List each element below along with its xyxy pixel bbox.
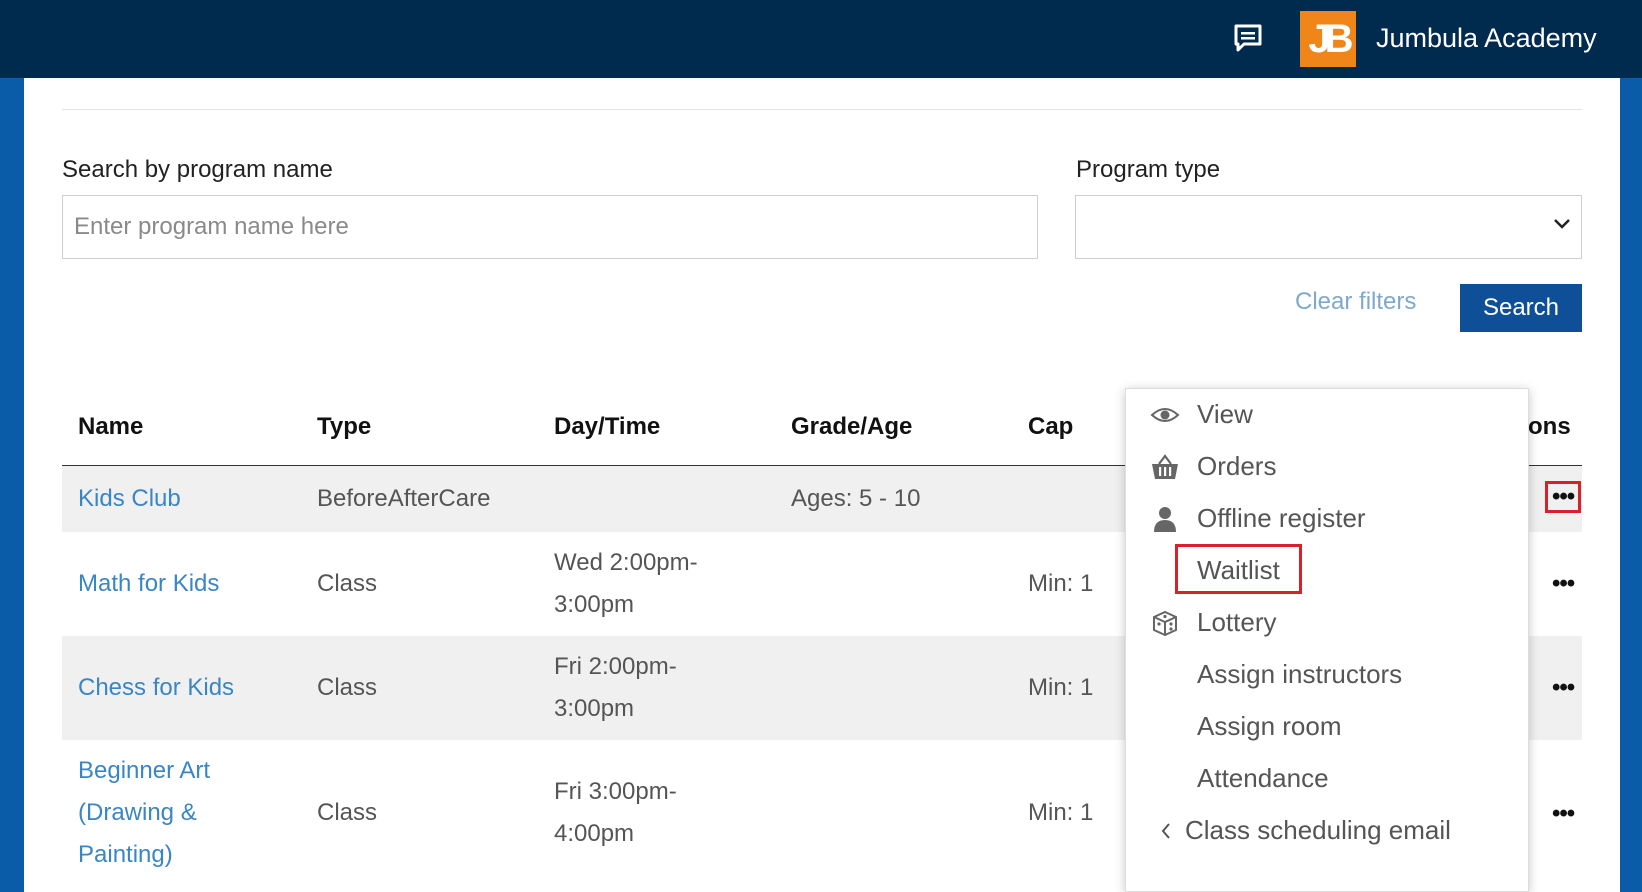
menu-item-label: Class scheduling email — [1185, 815, 1451, 845]
menu-item-view[interactable]: View — [1126, 389, 1530, 439]
menu-item-label: Assign room — [1197, 711, 1342, 741]
program-daytime: Fri 3:00pm- 4:00pm — [554, 778, 677, 847]
menu-item-label: Orders — [1197, 451, 1277, 481]
row-actions-button[interactable]: ••• — [1544, 481, 1582, 513]
program-cap: Min: 1 — [1028, 674, 1094, 701]
menu-item-assign-instructors[interactable]: Assign instructors — [1126, 649, 1530, 699]
row-actions-button[interactable]: ••• — [1552, 674, 1575, 702]
menu-item-label: Lottery — [1197, 607, 1277, 637]
top-bar: JB Jumbula Academy — [0, 0, 1642, 78]
program-type-select[interactable] — [1075, 195, 1582, 259]
menu-item-offline-register[interactable]: Offline register — [1126, 493, 1530, 543]
search-label: Search by program name — [62, 156, 333, 183]
program-name-link[interactable]: Math for Kids — [78, 563, 219, 605]
menu-item-lottery[interactable]: Lottery — [1126, 597, 1530, 647]
row-actions-menu: View Orders Offline register Waitlist Lo… — [1125, 388, 1529, 892]
program-type: Class — [317, 674, 378, 701]
clear-filters-link[interactable]: Clear filters — [1295, 284, 1416, 320]
eye-icon — [1150, 408, 1180, 422]
search-button[interactable]: Search — [1460, 284, 1582, 332]
divider — [62, 109, 1582, 110]
program-grade: Ages: 5 - 10 — [791, 485, 921, 512]
col-header-grade: Grade/Age — [791, 413, 913, 440]
row-actions-button[interactable]: ••• — [1552, 570, 1575, 598]
basket-icon — [1152, 454, 1178, 479]
program-type: BeforeAfterCare — [317, 485, 491, 512]
col-header-cap: Cap — [1028, 413, 1074, 440]
chat-icon[interactable] — [1232, 22, 1264, 54]
menu-item-label: Attendance — [1197, 763, 1329, 793]
org-logo[interactable]: JB — [1300, 11, 1356, 67]
chevron-down-icon — [1554, 219, 1570, 229]
chevron-left-icon — [1161, 823, 1170, 839]
program-name-link[interactable]: Kids Club — [78, 478, 181, 520]
program-daytime: Fri 2:00pm- 3:00pm — [554, 653, 677, 722]
person-icon — [1154, 507, 1176, 532]
menu-item-label: View — [1197, 399, 1253, 429]
col-header-daytime: Day/Time — [554, 413, 661, 440]
col-header-options: ons — [1528, 413, 1571, 440]
menu-item-label: Offline register — [1197, 503, 1366, 533]
col-header-type: Type — [317, 413, 372, 440]
program-name-link[interactable]: Beginner Art (Drawing & Painting) — [78, 750, 210, 876]
program-cap: Min: 1 — [1028, 570, 1094, 597]
program-cap: Min: 1 — [1028, 799, 1094, 826]
program-type: Class — [317, 570, 378, 597]
dice-icon — [1153, 610, 1177, 637]
menu-item-attendance[interactable]: Attendance — [1126, 753, 1530, 803]
program-name-link[interactable]: Chess for Kids — [78, 667, 234, 709]
program-daytime: Wed 2:00pm- 3:00pm — [554, 549, 698, 618]
search-input[interactable] — [62, 195, 1038, 259]
menu-item-class-scheduling-email[interactable]: Class scheduling email — [1126, 805, 1530, 855]
menu-item-assign-room[interactable]: Assign room — [1126, 701, 1530, 751]
col-header-name: Name — [78, 413, 144, 440]
row-actions-button[interactable]: ••• — [1552, 800, 1575, 828]
waitlist-highlight — [1175, 544, 1302, 594]
program-type-label: Program type — [1076, 156, 1221, 183]
org-name[interactable]: Jumbula Academy — [1376, 20, 1597, 56]
program-type: Class — [317, 799, 378, 826]
menu-item-label: Assign instructors — [1197, 659, 1403, 689]
menu-item-orders[interactable]: Orders — [1126, 441, 1530, 491]
